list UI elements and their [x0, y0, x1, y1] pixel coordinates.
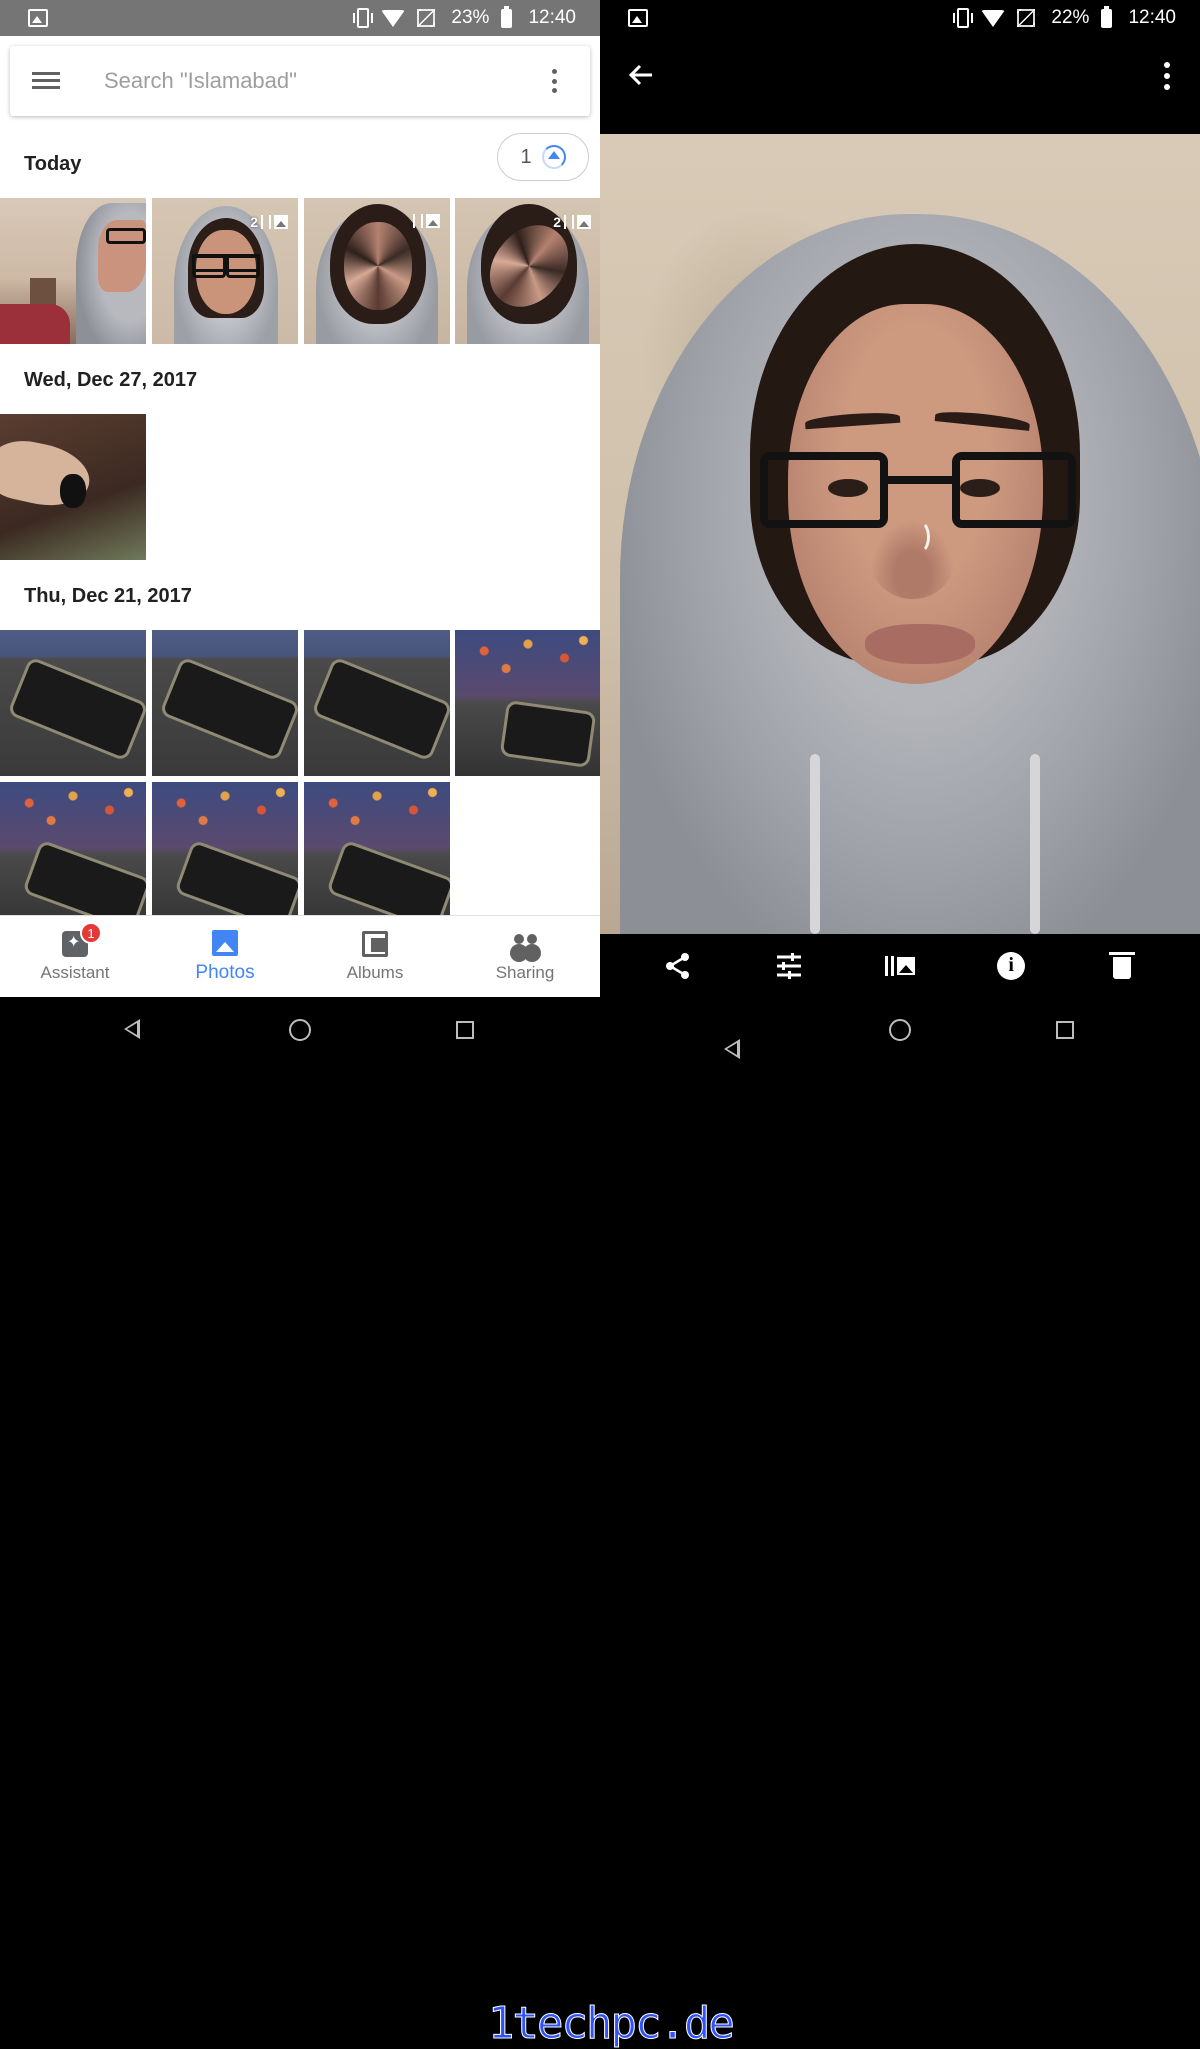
burst-bars-icon	[564, 215, 574, 229]
nav-label: Sharing	[495, 962, 555, 982]
sharing-icon	[512, 931, 538, 957]
albums-icon	[362, 930, 388, 957]
wifi-icon	[381, 9, 406, 27]
burst-image-icon	[274, 215, 288, 229]
upload-icon	[541, 145, 566, 169]
upload-progress-button[interactable]: 1	[497, 133, 589, 181]
burst-bars-icon	[261, 215, 271, 229]
more-vert-icon[interactable]	[1164, 62, 1172, 90]
burst-count: 2	[250, 214, 258, 230]
nav-albums[interactable]: Albums	[300, 916, 450, 997]
battery-icon	[1101, 5, 1113, 28]
system-navigation-bar: 1techpc.de	[0, 997, 1200, 2049]
photos-library-screen: 23% 12:40 Today 1 2 2	[0, 0, 600, 997]
photo-thumbnail[interactable]: 2	[152, 198, 298, 344]
status-bar: 23% 12:40	[0, 0, 600, 36]
wifi-icon	[981, 9, 1006, 27]
image-notification-icon	[628, 9, 648, 27]
photo-viewer-screen: 22% 12:40 i	[600, 0, 1200, 997]
nav-photos[interactable]: Photos	[150, 916, 300, 997]
burst-icon[interactable]	[884, 951, 915, 981]
back-arrow-icon[interactable]	[626, 60, 656, 90]
notification-badge: 1	[80, 922, 102, 944]
clock: 12:40	[1128, 7, 1176, 28]
watermark-text: 1techpc.de	[488, 1998, 736, 2049]
more-options-icon[interactable]	[542, 66, 566, 96]
photo-thumbnail[interactable]	[304, 782, 450, 928]
nav-assistant[interactable]: 1 Assistant	[0, 916, 150, 997]
nav-label: Albums	[346, 962, 404, 982]
viewer-toolbar	[600, 36, 1200, 134]
info-icon[interactable]: i	[996, 951, 1026, 981]
bottom-navigation: 1 Assistant Photos Albums Sharing	[0, 915, 600, 997]
system-home-icon[interactable]	[889, 1019, 911, 1041]
edit-sliders-icon[interactable]	[774, 951, 804, 981]
photo-thumbnail[interactable]	[0, 198, 146, 344]
info-glyph: i	[997, 951, 1026, 980]
burst-badge: 2	[553, 214, 591, 230]
photo-thumbnail[interactable]	[0, 414, 146, 560]
delete-icon[interactable]	[1107, 951, 1137, 981]
nav-sharing[interactable]: Sharing	[450, 916, 600, 997]
photos-icon	[212, 929, 238, 956]
viewer-actions-bar: i	[600, 934, 1200, 997]
burst-badge	[413, 214, 440, 228]
burst-image-icon	[577, 215, 591, 229]
nav-label: Assistant	[40, 962, 110, 982]
selected-photo[interactable]	[600, 134, 1200, 934]
photo-thumbnail[interactable]: 2	[455, 198, 600, 344]
image-notification-icon	[28, 9, 48, 27]
photo-thumbnail[interactable]	[304, 198, 450, 344]
photo-thumbnail[interactable]	[0, 782, 146, 928]
photo-thumbnail[interactable]	[455, 630, 600, 776]
burst-bars-icon	[413, 214, 423, 228]
clock: 12:40	[528, 7, 576, 28]
battery-percent: 22%	[1051, 7, 1090, 28]
section-title-dec-27: Wed, Dec 27, 2017	[24, 369, 198, 391]
no-signal-icon	[417, 9, 436, 27]
search-bar	[10, 46, 590, 116]
share-icon[interactable]	[663, 951, 693, 981]
status-bar: 22% 12:40	[600, 0, 1200, 36]
section-title-dec-21: Thu, Dec 21, 2017	[24, 585, 192, 607]
system-home-icon[interactable]	[289, 1019, 311, 1041]
system-recents-icon[interactable]	[456, 1021, 474, 1039]
menu-icon[interactable]	[32, 72, 60, 90]
battery-icon	[501, 5, 513, 28]
photo-thumbnail[interactable]	[152, 630, 298, 776]
search-input[interactable]	[104, 68, 542, 94]
vibrate-icon	[953, 8, 974, 28]
system-back-icon[interactable]	[124, 1019, 140, 1039]
system-back-icon[interactable]	[724, 1039, 740, 1059]
nav-label: Photos	[195, 961, 255, 983]
no-signal-icon	[1017, 9, 1036, 27]
upload-count: 1	[520, 145, 532, 168]
burst-badge: 2	[250, 214, 288, 230]
photo-thumbnail[interactable]	[0, 630, 146, 776]
photo-thumbnail[interactable]	[304, 630, 450, 776]
photo-thumbnail[interactable]	[152, 782, 298, 928]
battery-percent: 23%	[451, 7, 490, 28]
loading-spinner-icon	[908, 520, 930, 554]
burst-image-icon	[426, 214, 440, 228]
burst-count: 2	[553, 214, 561, 230]
system-recents-icon[interactable]	[1056, 1021, 1074, 1039]
vibrate-icon	[353, 8, 374, 28]
section-title-today: Today	[24, 153, 82, 175]
